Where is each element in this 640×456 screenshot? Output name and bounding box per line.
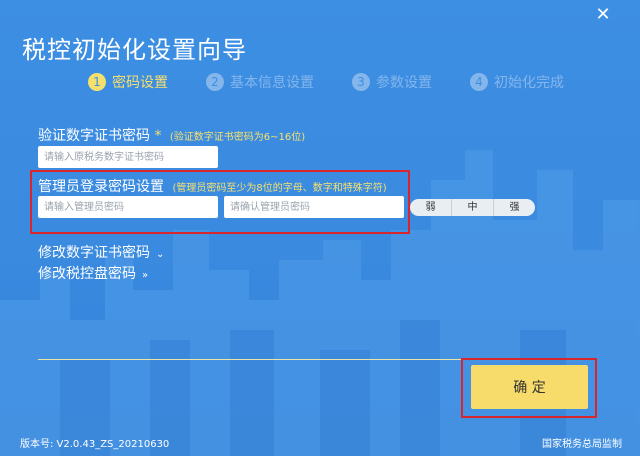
confirm-button[interactable]: 确 定 (471, 365, 588, 409)
admin-password-hint: (管理员密码至少为8位的字母、数字和特殊字符) (172, 183, 387, 194)
modify-disk-password-toggle[interactable]: 修改税控盘密码 » (38, 263, 148, 283)
close-icon[interactable]: ✕ (590, 4, 616, 26)
cert-password-hint: (验证数字证书密码为6~16位) (169, 132, 306, 143)
cert-password-label-text: 验证数字证书密码 (38, 128, 150, 144)
step-number: 3 (352, 73, 370, 91)
admin-password-label-text: 管理员登录密码设置 (38, 179, 164, 195)
step-label: 密码设置 (112, 75, 168, 91)
admin-password-label: 管理员登录密码设置 (管理员密码至少为8位的字母、数字和特殊字符) (38, 176, 387, 196)
supervisor-label: 国家税务总局监制 (542, 439, 622, 450)
strength-medium: 中 (452, 199, 494, 216)
window-title: 税控初始化设置向导 (22, 36, 247, 64)
strength-strong: 强 (509, 202, 520, 213)
strength-weak: 弱 (410, 199, 452, 216)
step-number: 2 (206, 73, 224, 91)
modify-disk-password-label: 修改税控盘密码 (38, 266, 136, 282)
step-password: 1 密码设置 (88, 72, 168, 92)
step-number: 4 (470, 73, 488, 91)
step-number: 1 (88, 73, 106, 91)
step-label: 参数设置 (376, 75, 432, 91)
cert-password-label: 验证数字证书密码 * (验证数字证书密码为6~16位) (38, 125, 305, 145)
modify-cert-password-toggle[interactable]: 修改数字证书密码 ⌄ (38, 242, 164, 262)
password-strength-meter: 弱 中 强 (410, 199, 535, 216)
admin-password-input[interactable] (38, 196, 218, 218)
cert-password-input[interactable] (38, 146, 218, 168)
step-params: 3 参数设置 (352, 72, 432, 92)
step-label: 基本信息设置 (230, 75, 314, 91)
step-complete: 4 初始化完成 (470, 72, 564, 92)
wizard-steps: 1 密码设置 2 基本信息设置 3 参数设置 4 初始化完成 (88, 72, 602, 92)
admin-password-confirm-input[interactable] (224, 196, 404, 218)
required-mark: * (154, 128, 162, 144)
step-basic-info: 2 基本信息设置 (206, 72, 314, 92)
chevron-down-icon: ⌄ (156, 249, 165, 260)
double-chevron-down-icon: » (142, 270, 149, 281)
step-label: 初始化完成 (494, 75, 564, 91)
setup-wizard-window: ✕ 税控初始化设置向导 1 密码设置 2 基本信息设置 3 参数设置 4 初始化… (0, 0, 640, 456)
modify-cert-password-label: 修改数字证书密码 (38, 245, 150, 261)
version-label: 版本号: V2.0.43_ZS_20210630 (20, 439, 170, 450)
